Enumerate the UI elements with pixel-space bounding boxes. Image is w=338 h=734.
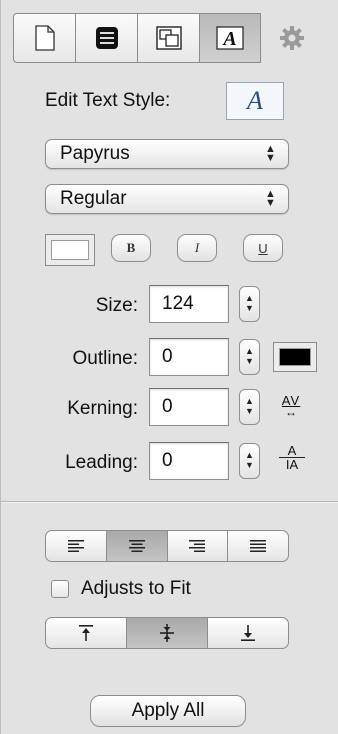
underline-button[interactable]: U [243,234,283,262]
valign-bottom-button[interactable] [208,618,288,648]
size-stepper[interactable]: ▲ ▼ [239,286,260,322]
leading-field[interactable]: 0 [149,442,229,480]
adjusts-to-fit-label: Adjusts to Fit [81,578,191,599]
align-right-button[interactable] [168,531,229,561]
align-left-icon [67,540,84,552]
kerning-label: Kerning: [67,398,138,419]
bold-label: B [126,240,136,255]
font-family-value: Papyrus [60,143,130,164]
section-divider [1,501,338,503]
leading-stepper[interactable]: ▲ ▼ [239,443,260,479]
font-style-value: Regular [60,188,127,209]
image-icon [155,26,182,50]
adjusts-to-fit-checkbox[interactable] [51,580,69,598]
leading-icon-top: A [287,443,297,458]
align-right-icon [189,540,206,552]
align-justify-icon [250,540,267,552]
text-color-well[interactable] [45,234,95,266]
bold-button[interactable]: B [111,234,151,262]
outline-label: Outline: [72,348,138,369]
align-left-button[interactable] [46,531,107,561]
inspector-toolbar: A [13,13,329,63]
svg-text:A: A [221,28,236,50]
alignment-segmented-control [45,530,289,562]
font-family-popup[interactable]: Papyrus ▲ ▼ [45,139,289,169]
gear-icon [280,26,304,50]
apply-all-button[interactable]: Apply All [90,695,246,727]
document-icon [34,25,55,51]
outline-stepper[interactable]: ▲ ▼ [239,339,260,375]
text-inspector-panel: A Edit Text Style: A Papyrus ▲ ▼ Regular … [0,0,338,734]
leading-icon: A IA [279,444,305,471]
outline-field[interactable]: 0 [149,338,229,376]
valign-top-icon [79,625,93,641]
size-field[interactable]: 124 [149,285,229,323]
vertical-alignment-segmented-control [45,617,289,649]
valign-top-button[interactable] [46,618,127,648]
text-color-swatch [51,240,89,260]
outline-color-well[interactable] [273,342,317,372]
leading-icon-bottom: IA [279,457,305,471]
kerning-field[interactable]: 0 [149,388,229,426]
align-justify-button[interactable] [228,531,288,561]
tab-layout[interactable] [75,13,137,63]
italic-button[interactable]: I [177,234,217,262]
italic-label: I [194,240,200,255]
size-label: Size: [95,295,138,316]
kerning-icon: AV ↔ [277,394,305,418]
align-center-icon [128,540,145,552]
edit-text-style-label: Edit Text Style: [45,90,171,111]
font-style-popup[interactable]: Regular ▲ ▼ [45,184,289,214]
text-icon: A [216,26,244,50]
popup-arrows-icon: ▲ ▼ [265,143,276,164]
leading-label: Leading: [65,452,138,473]
text-style-preview-glyph: A [247,86,263,115]
underline-label: U [258,240,268,256]
tab-settings[interactable] [261,13,323,63]
layout-icon [95,27,118,49]
tab-text[interactable]: A [199,13,261,63]
kerning-stepper[interactable]: ▲ ▼ [239,389,260,425]
tab-document[interactable] [13,13,75,63]
valign-bottom-icon [241,625,255,641]
popup-arrows-icon: ▲ ▼ [265,188,276,209]
tab-image[interactable] [137,13,199,63]
valign-middle-button[interactable] [127,618,208,648]
align-center-button[interactable] [106,531,168,561]
valign-middle-icon [160,624,174,642]
outline-color-swatch [279,348,311,366]
text-style-preview[interactable]: A [226,82,284,120]
